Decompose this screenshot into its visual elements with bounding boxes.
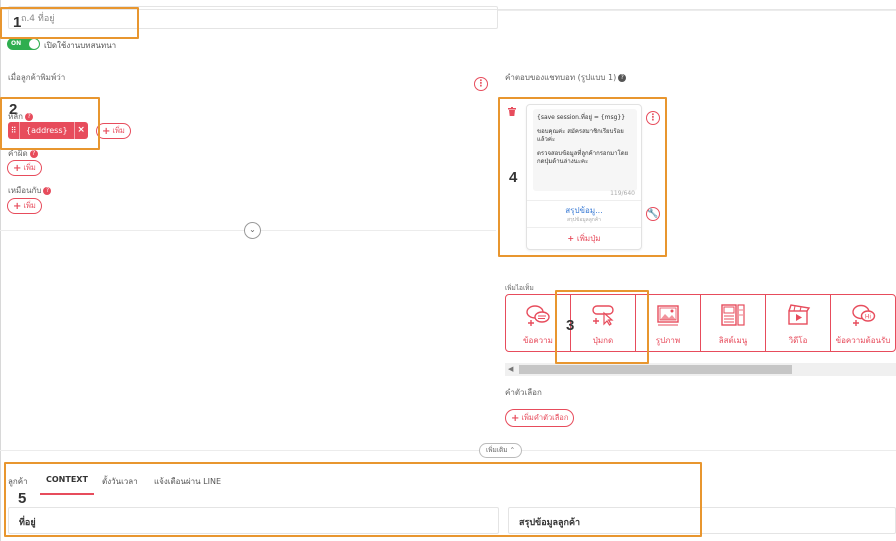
add-option-label: เพิ่มคำตัวเลือก bbox=[521, 413, 569, 422]
annotation-box-5 bbox=[4, 462, 702, 537]
list-menu-icon bbox=[721, 304, 745, 326]
toggle-knob bbox=[29, 39, 39, 49]
toggle-state-text: ON bbox=[11, 40, 22, 47]
similar-label-row: เหมือนกับ? bbox=[8, 184, 52, 197]
more-label: เพิ่มเติม bbox=[486, 446, 508, 454]
scroll-left-icon[interactable]: ◀ bbox=[508, 365, 513, 373]
collapse-chevron-icon[interactable]: ⌄ bbox=[244, 222, 261, 239]
type-greeting-button[interactable]: Hi ข้อความต้อนรับ bbox=[831, 295, 895, 351]
add-option-button[interactable]: + เพิ่มคำตัวเลือก bbox=[505, 409, 575, 427]
type-video-button[interactable]: วิดีโอ bbox=[766, 295, 831, 351]
divider bbox=[0, 450, 896, 451]
add-label: เพิ่ม bbox=[23, 163, 36, 172]
help-icon[interactable]: ? bbox=[43, 186, 52, 195]
horizontal-scrollbar[interactable]: ◀ bbox=[505, 363, 896, 376]
svg-text:Hi: Hi bbox=[865, 314, 872, 321]
add-main-keyword-button[interactable]: + เพิ่ม bbox=[96, 123, 131, 139]
left-edge-border bbox=[0, 0, 1, 541]
annotation-box-4 bbox=[498, 97, 667, 257]
more-options-icon[interactable]: ⋮ bbox=[474, 77, 488, 91]
typo-label: คำผิด bbox=[8, 149, 28, 158]
add-similar-button[interactable]: + เพิ่ม bbox=[7, 198, 42, 214]
plus-icon: + bbox=[13, 162, 22, 174]
add-item-label: เพิ่มไอเท็ม bbox=[505, 284, 534, 292]
type-label: ข้อความต้อนรับ bbox=[835, 336, 891, 345]
type-list-menu-button[interactable]: ลิสต์เมนู bbox=[701, 295, 766, 351]
plus-icon: + bbox=[102, 125, 111, 137]
help-icon[interactable]: ? bbox=[618, 73, 627, 82]
annotation-marker-1: 1 bbox=[13, 14, 22, 31]
left-section-title: เมื่อลูกค้าพิมพ์ว่า bbox=[8, 73, 66, 82]
type-label: วิดีโอ bbox=[788, 336, 808, 345]
type-label: ข้อความ bbox=[523, 336, 553, 345]
video-icon bbox=[788, 304, 811, 325]
greeting-icon: Hi bbox=[852, 304, 876, 326]
help-icon[interactable]: ? bbox=[29, 149, 38, 158]
annotation-marker-5: 5 bbox=[18, 490, 27, 507]
more-toggle-button[interactable]: เพิ่มเติม ⌃ bbox=[479, 443, 523, 458]
similar-label: เหมือนกับ bbox=[8, 186, 42, 195]
type-label: ลิสต์เมนู bbox=[718, 336, 748, 345]
toggle-label: เปิดใช้งานบทสนทนา bbox=[44, 41, 117, 50]
message-icon bbox=[526, 305, 550, 326]
divider bbox=[498, 10, 896, 11]
annotation-marker-4: 4 bbox=[509, 169, 518, 186]
annotation-marker-2: 2 bbox=[9, 101, 18, 118]
image-icon bbox=[657, 305, 679, 326]
plus-icon: + bbox=[511, 412, 520, 424]
add-typo-button[interactable]: + เพิ่ม bbox=[7, 160, 42, 176]
type-label: รูปภาพ bbox=[655, 336, 681, 345]
chevron-up-icon: ⌃ bbox=[509, 446, 516, 454]
right-section-title-row: คำตอบของแชทบอท (รูปแบบ 1)? bbox=[505, 71, 627, 84]
scroll-thumb[interactable] bbox=[519, 365, 792, 374]
right-section-title: คำตอบของแชทบอท (รูปแบบ 1) bbox=[505, 73, 617, 82]
plus-icon: + bbox=[13, 200, 22, 212]
add-label: เพิ่ม bbox=[112, 126, 125, 135]
annotation-marker-3: 3 bbox=[566, 317, 575, 334]
options-label: คำตัวเลือก bbox=[505, 388, 542, 397]
add-label: เพิ่ม bbox=[23, 201, 36, 210]
conversation-toggle[interactable]: ON bbox=[7, 38, 40, 50]
